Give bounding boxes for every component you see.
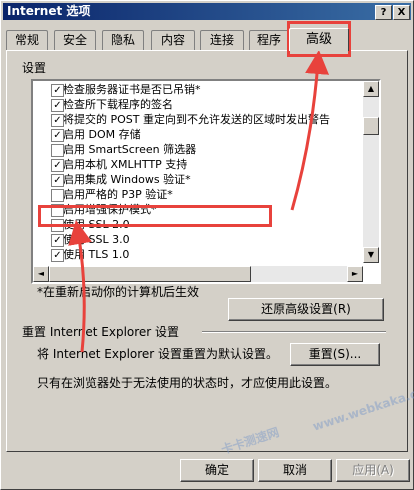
arrow-to-protected-mode xyxy=(68,220,92,353)
arrow-to-advanced-tab xyxy=(290,50,330,211)
tab-advanced[interactable]: 高级 xyxy=(289,28,349,51)
annotation-arrows xyxy=(68,50,330,353)
